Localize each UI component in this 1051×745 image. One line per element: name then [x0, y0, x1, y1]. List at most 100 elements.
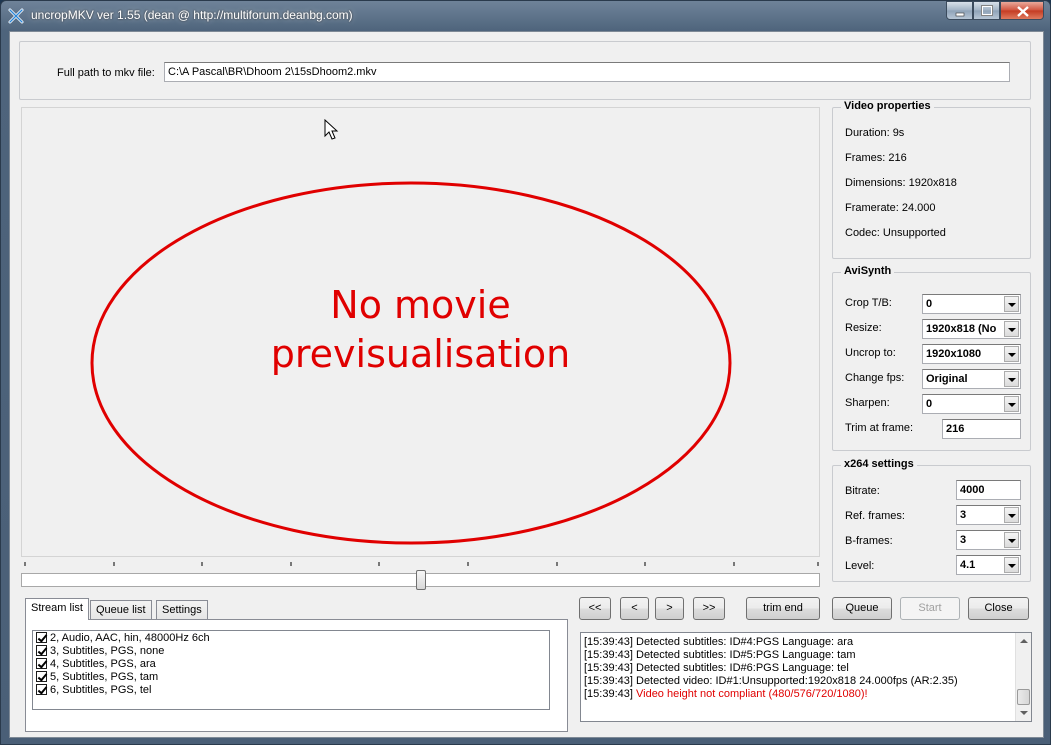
chevron-down-icon — [1004, 557, 1019, 573]
rewind-fast-button[interactable]: << — [579, 597, 611, 620]
fps-select[interactable]: Original — [922, 369, 1021, 389]
chevron-down-icon — [1004, 346, 1019, 362]
app-icon — [8, 8, 24, 24]
log-line: [15:39:43] Detected subtitles: ID#4:PGS … — [584, 636, 853, 649]
x264-title: x264 settings — [841, 458, 917, 470]
log-message: Video height not compliant (480/576/720/… — [632, 688, 868, 700]
frames-text: Frames: 216 — [845, 152, 907, 164]
main-window: uncropMKV ver 1.55 (dean @ http://multif… — [0, 0, 1051, 745]
close-icon — [1017, 6, 1029, 17]
checkbox-checked-icon[interactable] — [36, 671, 47, 682]
log-message: Detected subtitles: ID#4:PGS Language: a… — [632, 636, 854, 648]
minimize-button[interactable] — [946, 1, 973, 20]
log-timestamp: [15:39:43] — [584, 675, 633, 687]
forward-button[interactable]: > — [655, 597, 684, 620]
stream-label: 6, Subtitles, PGS, tel — [50, 684, 152, 696]
checkbox-checked-icon[interactable] — [36, 645, 47, 656]
bitrate-input[interactable]: 4000 — [956, 480, 1021, 500]
timeline-slider-thumb[interactable] — [415, 570, 426, 590]
crop-select[interactable]: 0 — [922, 294, 1021, 314]
log-message: Detected video: ID#1:Unsupported:1920x81… — [632, 675, 958, 687]
log-line: [15:39:43] Detected subtitles: ID#5:PGS … — [584, 649, 856, 662]
start-button[interactable]: Start — [900, 597, 960, 620]
no-preview-line2: previsualisation — [270, 332, 571, 376]
sharpen-label: Sharpen: — [845, 397, 890, 409]
slider-ticks — [24, 562, 819, 566]
log-line: [15:39:43] Detected video: ID#1:Unsuppor… — [584, 675, 958, 688]
log-output[interactable]: [15:39:43] Detected subtitles: ID#4:PGS … — [580, 632, 1032, 722]
client-area: Full path to mkv file: C:\A Pascal\BR\Dh… — [9, 31, 1044, 738]
path-input[interactable]: C:\A Pascal\BR\Dhoom 2\15sDhoom2.mkv — [164, 62, 1010, 82]
log-message: Detected subtitles: ID#5:PGS Language: t… — [632, 649, 856, 661]
stream-label: 3, Subtitles, PGS, none — [50, 645, 165, 657]
mouse-cursor-icon — [324, 119, 339, 140]
close-window-button[interactable] — [1000, 1, 1044, 20]
ref-frames-label: Ref. frames: — [845, 510, 905, 522]
list-item[interactable]: 2, Audio, AAC, hin, 48000Hz 6ch — [36, 632, 210, 645]
checkbox-checked-icon[interactable] — [36, 684, 47, 695]
list-item[interactable]: 4, Subtitles, PGS, ara — [36, 658, 156, 671]
path-label: Full path to mkv file: — [57, 67, 155, 79]
tab-settings[interactable]: Settings — [156, 600, 208, 620]
resize-label: Resize: — [845, 322, 882, 334]
uncrop-select[interactable]: 1920x1080 — [922, 344, 1021, 364]
queue-button[interactable]: Queue — [832, 597, 892, 620]
rewind-button[interactable]: < — [620, 597, 649, 620]
log-line: [15:39:43] Detected subtitles: ID#6:PGS … — [584, 662, 849, 675]
framerate-text: Framerate: 24.000 — [845, 202, 936, 214]
maximize-button[interactable] — [973, 1, 1000, 20]
level-label: Level: — [845, 560, 875, 572]
fps-select-value: Original — [926, 373, 968, 385]
checkbox-checked-icon[interactable] — [36, 658, 47, 669]
window-title: uncropMKV ver 1.55 (dean @ http://multif… — [31, 8, 353, 22]
stream-label: 4, Subtitles, PGS, ara — [50, 658, 156, 670]
scroll-down-icon[interactable] — [1020, 711, 1028, 715]
ref-frames-select[interactable]: 3 — [956, 505, 1021, 525]
stream-listbox[interactable]: 2, Audio, AAC, hin, 48000Hz 6ch 3, Subti… — [32, 630, 550, 710]
preview-area: No movie previsualisation — [21, 107, 820, 557]
bframes-select-value: 3 — [960, 534, 967, 546]
scroll-thumb[interactable] — [1017, 689, 1030, 705]
chevron-down-icon — [1004, 396, 1019, 412]
sharpen-select[interactable]: 0 — [922, 394, 1021, 414]
level-select-value: 4.1 — [960, 559, 976, 571]
resize-select-value: 1920x818 (No — [926, 323, 997, 335]
stream-label: 5, Subtitles, PGS, tam — [50, 671, 159, 683]
no-preview-line1: No movie — [330, 283, 511, 327]
log-timestamp: [15:39:43] — [584, 662, 633, 674]
trim-end-button[interactable]: trim end — [746, 597, 820, 620]
bframes-label: B-frames: — [845, 535, 893, 547]
video-properties-title: Video properties — [841, 100, 934, 112]
minimize-icon — [955, 12, 965, 17]
chevron-down-icon — [1004, 371, 1019, 387]
close-button[interactable]: Close — [968, 597, 1029, 620]
uncrop-label: Uncrop to: — [845, 347, 896, 359]
log-timestamp: [15:39:43] — [584, 688, 633, 700]
list-item[interactable]: 5, Subtitles, PGS, tam — [36, 671, 158, 684]
chevron-down-icon — [1004, 532, 1019, 548]
uncrop-select-value: 1920x1080 — [926, 348, 982, 360]
chevron-down-icon — [1004, 321, 1019, 337]
log-message: Detected subtitles: ID#6:PGS Language: t… — [632, 662, 849, 674]
stream-label: 2, Audio, AAC, hin, 48000Hz 6ch — [50, 632, 210, 644]
sharpen-select-value: 0 — [926, 398, 933, 410]
list-item[interactable]: 6, Subtitles, PGS, tel — [36, 684, 152, 697]
resize-select[interactable]: 1920x818 (No — [922, 319, 1021, 339]
chevron-down-icon — [1004, 296, 1019, 312]
list-item[interactable]: 3, Subtitles, PGS, none — [36, 645, 164, 658]
log-scrollbar[interactable] — [1015, 633, 1031, 721]
tab-queue-list[interactable]: Queue list — [90, 600, 152, 620]
bframes-select[interactable]: 3 — [956, 530, 1021, 550]
crop-select-value: 0 — [926, 298, 933, 310]
level-select[interactable]: 4.1 — [956, 555, 1021, 575]
ref-frames-select-value: 3 — [960, 509, 967, 521]
forward-fast-button[interactable]: >> — [693, 597, 725, 620]
scroll-up-icon[interactable] — [1020, 639, 1028, 643]
avisynth-title: AviSynth — [841, 265, 895, 277]
title-bar[interactable]: uncropMKV ver 1.55 (dean @ http://multif… — [1, 1, 1050, 31]
trim-input[interactable]: 216 — [942, 419, 1021, 439]
tab-stream-list[interactable]: Stream list — [25, 598, 89, 620]
chevron-down-icon — [1004, 507, 1019, 523]
checkbox-checked-icon[interactable] — [36, 632, 47, 643]
dimensions-text: Dimensions: 1920x818 — [845, 177, 957, 189]
